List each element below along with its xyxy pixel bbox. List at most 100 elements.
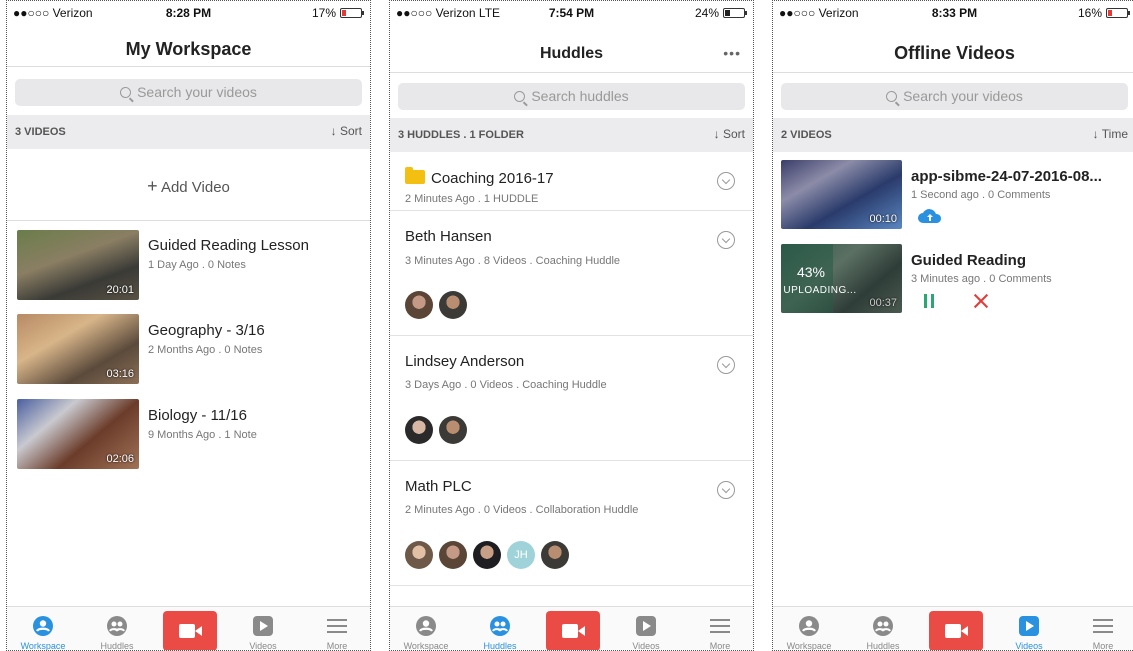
avatar <box>439 541 467 569</box>
folder-row[interactable]: Coaching 2016-17 2 Minutes Ago . 1 HUDDL… <box>390 152 753 211</box>
video-thumbnail: 02:06 <box>17 399 139 469</box>
avatar <box>473 541 501 569</box>
folder-name: Coaching 2016-17 <box>431 170 554 187</box>
add-video-button[interactable]: + Add Video <box>7 151 370 221</box>
play-icon <box>636 616 656 636</box>
workspace-icon <box>416 616 436 636</box>
tab-huddles[interactable]: Huddles <box>853 607 913 651</box>
video-title: Biology - 11/16 <box>148 407 247 424</box>
record-button[interactable] <box>546 611 600 650</box>
video-duration: 00:10 <box>869 213 897 225</box>
avatar <box>405 541 433 569</box>
add-video-label: Add Video <box>160 179 230 196</box>
workspace-screen: ●●○○○ Verizon 8:28 PM 17% My Workspace S… <box>6 0 371 651</box>
video-duration: 03:16 <box>106 368 134 380</box>
video-thumbnail: 03:16 <box>17 314 139 384</box>
page-title: Huddles <box>539 45 604 62</box>
folder-icon <box>405 167 425 184</box>
record-button[interactable] <box>929 611 983 650</box>
video-duration: 20:01 <box>106 284 134 296</box>
huddle-row[interactable]: Lindsey Anderson 3 Days Ago . 0 Videos .… <box>390 336 753 461</box>
participant-avatars: JH <box>405 541 569 569</box>
video-title: app-sibme-24-07-2016-08... <box>911 168 1102 185</box>
more-options-icon[interactable]: ••• <box>723 45 741 61</box>
record-button[interactable] <box>163 611 217 650</box>
battery-icon <box>1106 8 1130 18</box>
battery-icon <box>723 8 747 18</box>
sort-button[interactable]: ↓ Sort <box>714 127 745 141</box>
search-input[interactable]: Search huddles <box>398 83 745 110</box>
tab-more[interactable]: More <box>1073 607 1133 651</box>
video-meta: 9 Months Ago . 1 Note <box>148 429 257 441</box>
video-count: 3 VIDEOS <box>15 126 66 138</box>
search-input[interactable]: Search your videos <box>15 79 362 106</box>
huddle-row[interactable]: Beth Hansen 3 Minutes Ago . 8 Videos . C… <box>390 211 753 336</box>
sort-button[interactable]: ↓ Time <box>1093 127 1128 141</box>
tab-more[interactable]: More <box>690 607 750 650</box>
tab-workspace[interactable]: Workspace <box>13 607 73 650</box>
chevron-down-icon[interactable] <box>717 172 735 190</box>
huddle-row[interactable]: Math PLC 2 Minutes Ago . 0 Videos . Coll… <box>390 461 753 586</box>
tab-bar: Workspace Huddles Videos More <box>390 606 753 650</box>
search-input[interactable]: Search your videos <box>781 83 1128 110</box>
nav-bar: My Workspace <box>7 23 370 67</box>
huddle-meta: 3 Days Ago . 0 Videos . Coaching Huddle <box>405 379 607 391</box>
huddles-screen: ●●○○○ Verizon LTE 7:54 PM 24% Huddles ••… <box>389 0 754 651</box>
status-bar: ●●○○○ Verizon 8:28 PM 17% <box>7 1 370 23</box>
tab-videos[interactable]: Videos <box>999 607 1059 650</box>
battery-percent: 24% <box>694 6 719 20</box>
plus-icon: + <box>147 176 158 196</box>
tab-more[interactable]: More <box>307 607 367 650</box>
video-meta: 1 Second ago . 0 Comments <box>911 189 1051 201</box>
workspace-icon <box>33 616 53 636</box>
search-placeholder: Search your videos <box>137 84 257 100</box>
video-title: Guided Reading Lesson <box>148 237 309 254</box>
tab-label: More <box>1092 641 1114 651</box>
tab-videos[interactable]: Videos <box>233 607 293 651</box>
search-icon <box>514 91 526 102</box>
avatar-initials: JH <box>507 541 535 569</box>
huddles-icon <box>873 616 893 636</box>
avatar <box>541 541 569 569</box>
avatar <box>439 291 467 319</box>
cloud-upload-icon[interactable] <box>917 208 943 224</box>
video-thumbnail: 00:37 43% UPLOADING... <box>781 244 902 313</box>
video-title: Guided Reading <box>911 252 1027 269</box>
battery-percent: 16% <box>1077 6 1102 20</box>
tab-workspace[interactable]: Workspace <box>396 607 456 650</box>
pause-icon[interactable] <box>923 294 935 308</box>
search-placeholder: Search your videos <box>903 88 1023 104</box>
tab-workspace[interactable]: Workspace <box>779 607 839 650</box>
upload-status: UPLOADING... <box>783 285 857 296</box>
huddle-meta: 2 Minutes Ago . 0 Videos . Collaboration… <box>405 504 639 516</box>
tab-label: Huddles <box>483 641 517 651</box>
video-title: Geography - 3/16 <box>148 322 265 339</box>
tab-bar: Workspace Huddles Videos More <box>773 606 1133 650</box>
tab-videos[interactable]: Videos <box>616 607 676 650</box>
tab-label: Huddles <box>866 641 900 651</box>
video-thumbnail: 20:01 <box>17 230 139 300</box>
offline-videos-screen: ●●○○○ Verizon 8:33 PM 16% Offline Videos… <box>772 0 1133 651</box>
nav-bar: Huddles ••• <box>390 23 753 73</box>
tab-label: Videos <box>249 641 277 651</box>
huddle-name: Math PLC <box>405 478 472 495</box>
video-count: 2 VIDEOS <box>781 129 832 141</box>
chevron-down-icon[interactable] <box>717 356 735 374</box>
play-icon <box>253 616 273 636</box>
status-bar: ●●○○○ Verizon LTE 7:54 PM 24% <box>390 1 753 23</box>
close-icon[interactable] <box>973 293 989 309</box>
sort-label: Time <box>1101 127 1128 141</box>
tab-huddles[interactable]: Huddles <box>87 607 147 650</box>
chevron-down-icon[interactable] <box>717 231 735 249</box>
page-title: Offline Videos <box>894 43 1015 63</box>
video-thumbnail: 00:10 <box>781 160 902 229</box>
tab-bar: Workspace Huddles Videos More <box>7 606 370 650</box>
video-meta: 1 Day Ago . 0 Notes <box>148 259 246 271</box>
huddle-meta: 3 Minutes Ago . 8 Videos . Coaching Hudd… <box>405 255 621 267</box>
upload-percent: 43% <box>796 264 826 280</box>
tab-huddles[interactable]: Huddles <box>470 607 530 651</box>
avatar <box>405 416 433 444</box>
section-header: 2 VIDEOS ↓ Time <box>773 118 1133 152</box>
sort-button[interactable]: ↓ Sort <box>331 124 362 138</box>
chevron-down-icon[interactable] <box>717 481 735 499</box>
